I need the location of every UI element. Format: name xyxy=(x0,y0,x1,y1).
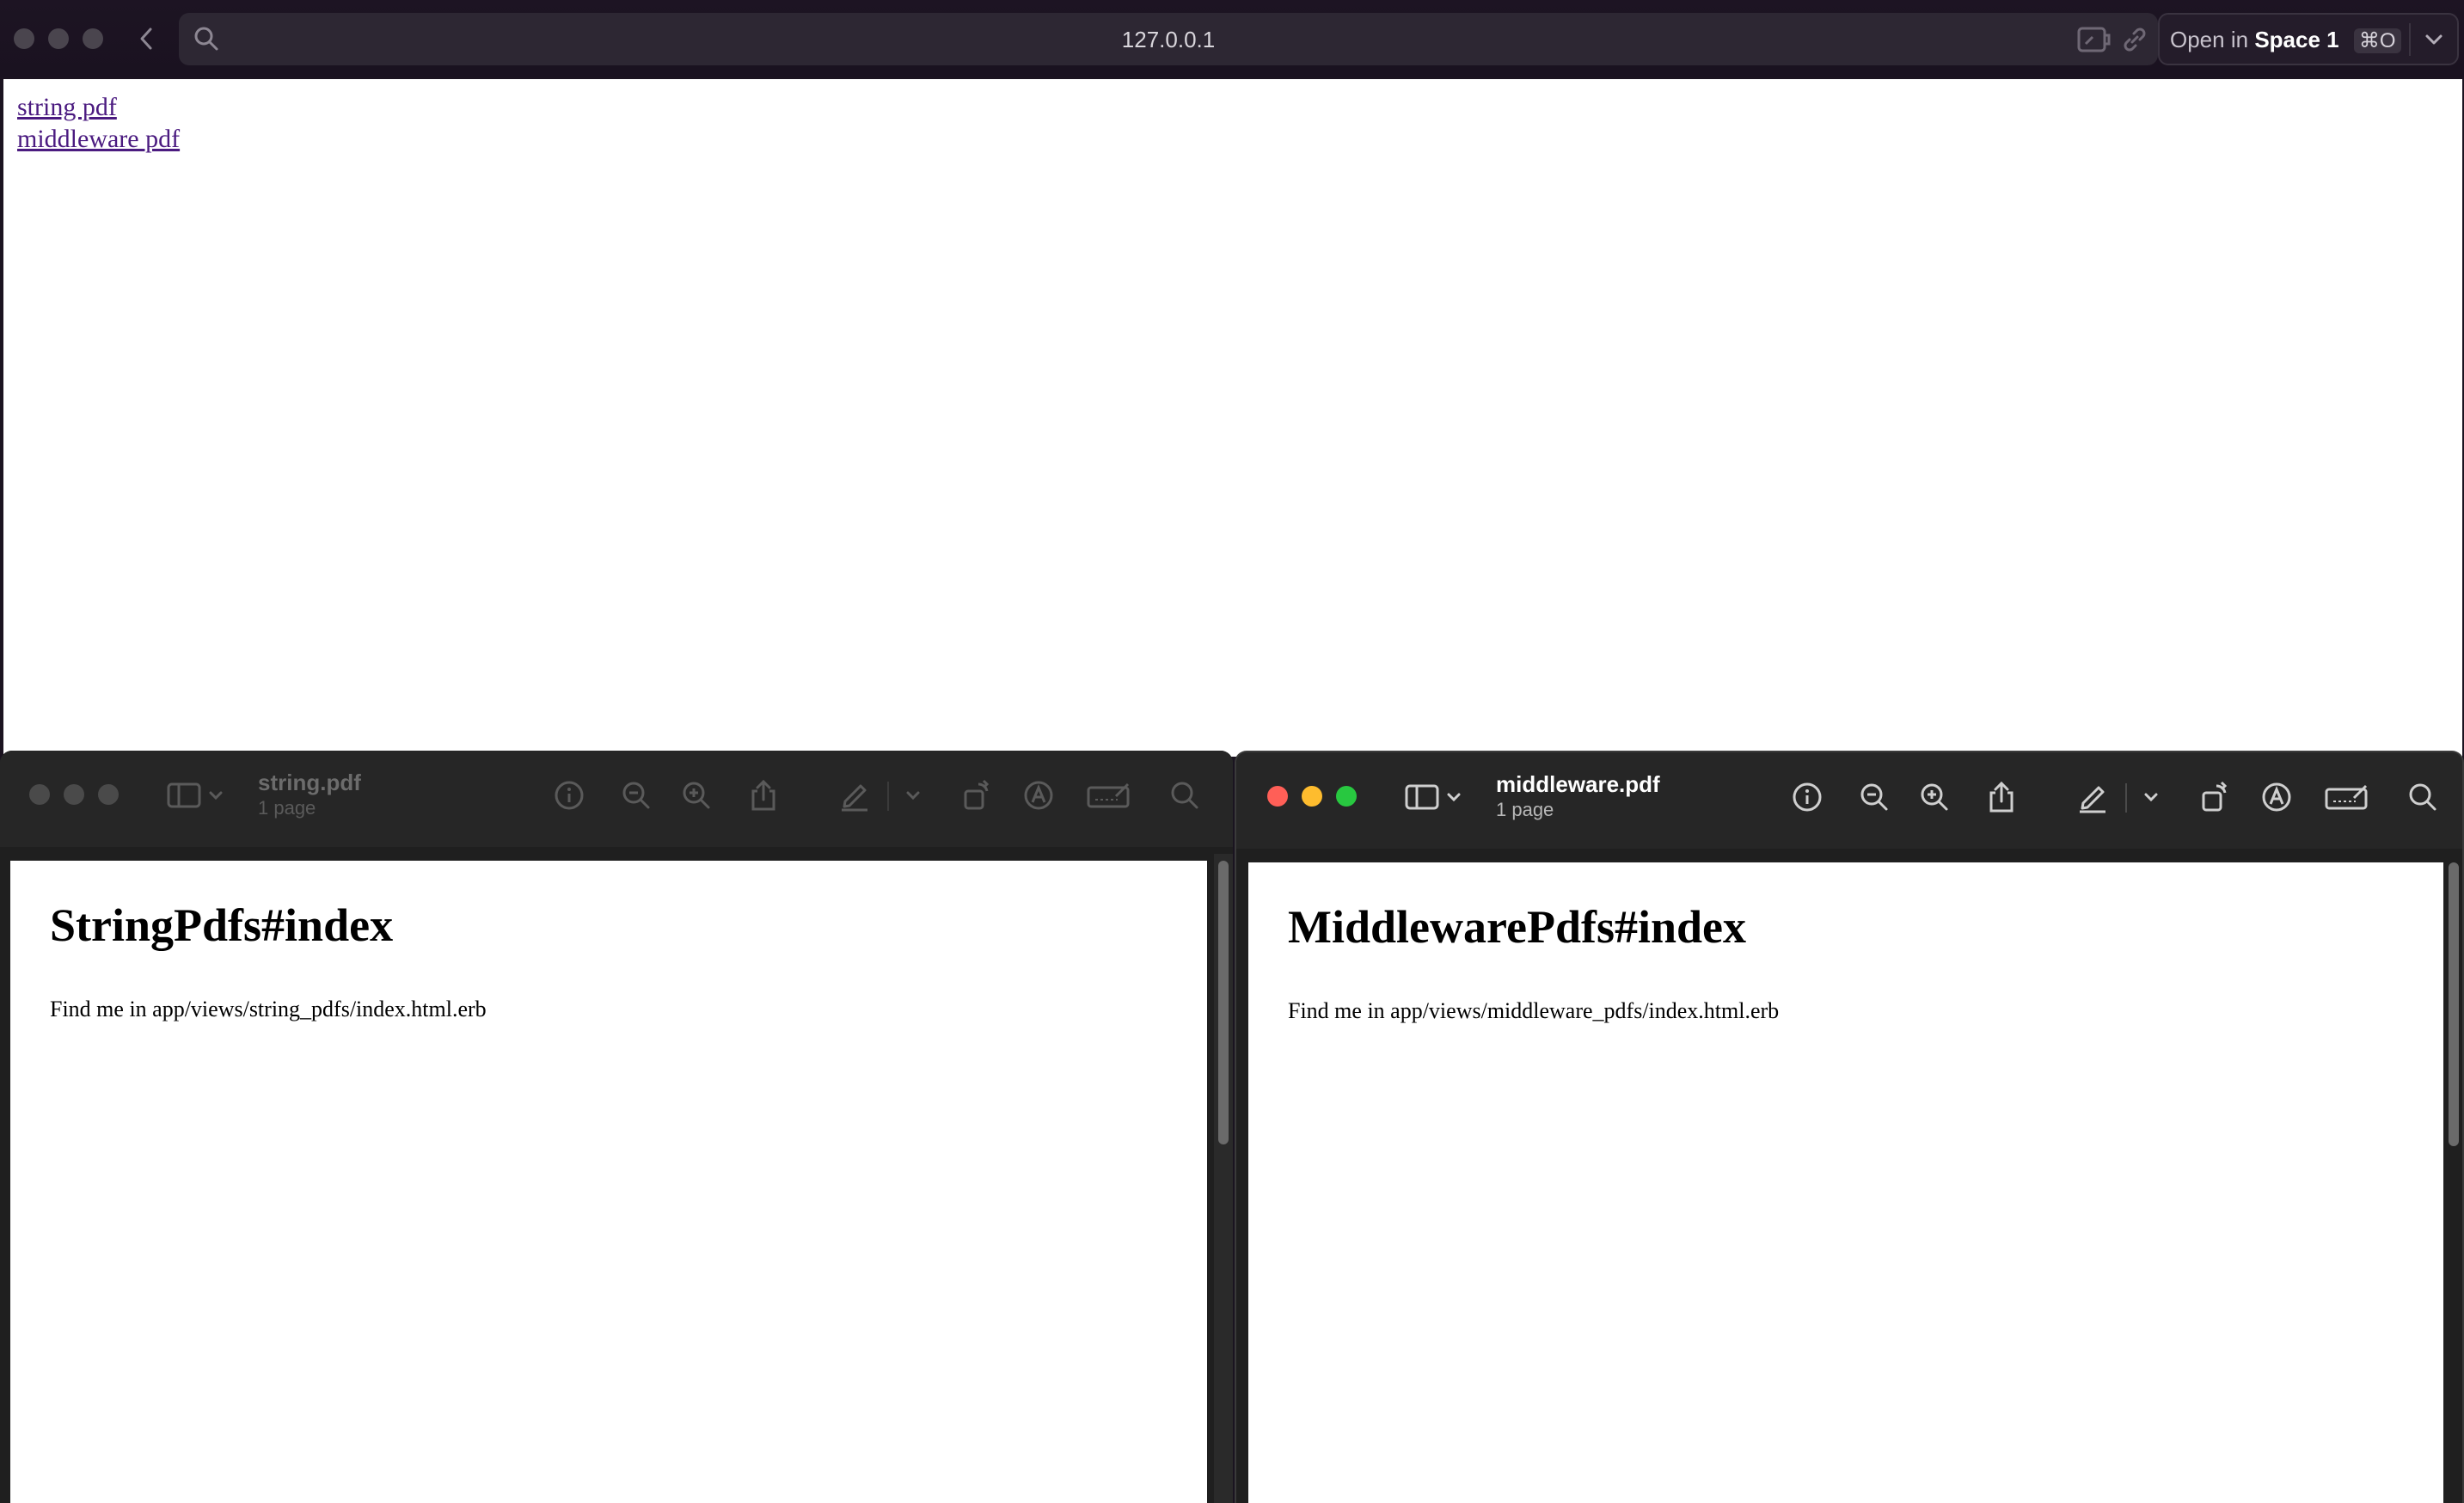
preview-toolbar: middleware.pdf 1 page xyxy=(1236,752,2462,849)
close-window-button[interactable] xyxy=(29,784,50,805)
space-name: Space 1 xyxy=(2254,27,2339,52)
minimize-window-button[interactable] xyxy=(48,28,69,49)
browser-toolbar: 127.0.0.1 Open in Space 1 ⌘O xyxy=(0,0,2464,77)
zoom-out-icon xyxy=(622,782,650,809)
chevron-down-icon xyxy=(906,791,920,801)
divider xyxy=(2409,23,2411,56)
string-pdf-link[interactable]: string pdf xyxy=(17,93,117,122)
url-text: 127.0.0.1 xyxy=(1121,27,1216,52)
info-icon xyxy=(555,781,584,810)
close-window-button[interactable] xyxy=(14,28,34,49)
annotate-icon xyxy=(1024,781,1053,810)
back-button[interactable] xyxy=(131,19,162,58)
address-bar[interactable]: 127.0.0.1 xyxy=(179,13,2158,65)
annotate-button[interactable] xyxy=(2258,778,2295,816)
zoom-in-icon xyxy=(1921,783,1948,811)
signature-icon xyxy=(1087,782,1130,808)
rotate-button[interactable] xyxy=(2196,778,2234,816)
document-area: StringPdfs#index Find me in app/views/st… xyxy=(0,847,1233,1503)
markup-button[interactable] xyxy=(2074,778,2112,816)
markup-menu-button[interactable] xyxy=(2134,778,2168,816)
preview-window-middleware: middleware.pdf 1 page MiddlewarePdfs#ind… xyxy=(1235,751,2464,1503)
zoom-out-button[interactable] xyxy=(617,776,655,814)
share-icon xyxy=(1989,781,2013,813)
search-icon xyxy=(1171,782,1198,809)
page-body-text: Find me in app/views/string_pdfs/index.h… xyxy=(50,997,487,1021)
link-icon[interactable] xyxy=(2120,25,2149,54)
open-in-label: Open in xyxy=(2170,27,2249,52)
shortcut-badge: ⌘O xyxy=(2353,28,2401,53)
rotate-icon xyxy=(2202,781,2228,812)
zoom-in-button[interactable] xyxy=(677,776,715,814)
chevron-left-icon xyxy=(140,28,152,50)
pdf-page: StringPdfs#index Find me in app/views/st… xyxy=(10,861,1207,1503)
open-in-space-button[interactable]: Open in Space 1 ⌘O xyxy=(2158,13,2459,65)
close-window-button[interactable] xyxy=(1267,786,1288,807)
page-count: 1 page xyxy=(1496,799,1554,820)
sidebar-menu-button[interactable] xyxy=(205,776,227,814)
page-body-text: Find me in app/views/middleware_pdfs/ind… xyxy=(1288,998,1780,1023)
middleware-pdf-link[interactable]: middleware pdf xyxy=(17,125,180,154)
sidebar-toggle-button[interactable] xyxy=(165,776,203,814)
sidebar-toggle-button[interactable] xyxy=(1403,778,1441,816)
annotate-button[interactable] xyxy=(1020,776,1057,814)
rotate-button[interactable] xyxy=(958,776,996,814)
sidebar-icon xyxy=(167,782,201,808)
toolbar-separator xyxy=(2125,783,2127,813)
chevron-down-icon xyxy=(2144,793,2158,802)
pen-icon xyxy=(2080,786,2105,813)
preview-toolbar: string.pdf 1 page xyxy=(0,751,1233,847)
page-heading: MiddlewarePdfs#index xyxy=(1288,901,1747,953)
pen-icon xyxy=(842,784,867,812)
share-icon xyxy=(751,779,775,811)
page-count: 1 page xyxy=(258,797,316,819)
pdf-page: MiddlewarePdfs#index Find me in app/view… xyxy=(1248,862,2443,1503)
scrollbar[interactable] xyxy=(1214,854,1233,1503)
search-button[interactable] xyxy=(2404,778,2442,816)
zoom-window-button[interactable] xyxy=(98,784,119,805)
zoom-out-icon xyxy=(1860,783,1888,811)
share-button[interactable] xyxy=(1983,778,2020,816)
browser-window: 127.0.0.1 Open in Space 1 ⌘O string pdf … xyxy=(0,0,2464,757)
markup-menu-button[interactable] xyxy=(896,776,930,814)
zoom-window-button[interactable] xyxy=(1336,786,1357,807)
signature-icon xyxy=(2325,784,2368,810)
zoom-in-icon xyxy=(683,782,710,809)
search-icon xyxy=(2409,783,2436,811)
scrollbar-thumb[interactable] xyxy=(1218,861,1229,1144)
signature-button[interactable] xyxy=(1085,776,1133,814)
chevron-down-icon[interactable] xyxy=(2423,28,2445,51)
markup-button[interactable] xyxy=(836,776,873,814)
document-title: middleware.pdf xyxy=(1496,771,1660,797)
search-button[interactable] xyxy=(1166,776,1204,814)
info-button[interactable] xyxy=(550,776,588,814)
minimize-window-button[interactable] xyxy=(64,784,84,805)
page-heading: StringPdfs#index xyxy=(50,899,394,951)
scrollbar-thumb[interactable] xyxy=(2449,862,2459,1146)
chevron-down-icon xyxy=(209,791,223,801)
document-area: MiddlewarePdfs#index Find me in app/view… xyxy=(1236,849,2462,1503)
zoom-out-button[interactable] xyxy=(1855,778,1893,816)
scrollbar[interactable] xyxy=(2445,856,2462,1503)
extension-icon[interactable] xyxy=(2077,25,2112,54)
annotate-icon xyxy=(2262,782,2291,812)
browser-page-content: string pdf middleware pdf xyxy=(3,79,2462,757)
minimize-window-button[interactable] xyxy=(1302,786,1322,807)
document-title: string.pdf xyxy=(258,770,361,795)
info-icon xyxy=(1793,782,1822,812)
zoom-in-button[interactable] xyxy=(1915,778,1953,816)
sidebar-menu-button[interactable] xyxy=(1443,778,1465,816)
toolbar-separator xyxy=(887,782,889,811)
preview-window-string: string.pdf 1 page StringPdfs#index Find … xyxy=(0,751,1233,1503)
signature-button[interactable] xyxy=(2323,778,2371,816)
rotate-icon xyxy=(964,779,990,810)
info-button[interactable] xyxy=(1788,778,1826,816)
sidebar-icon xyxy=(1405,784,1439,810)
chevron-down-icon xyxy=(1447,793,1461,802)
zoom-window-button[interactable] xyxy=(83,28,103,49)
share-button[interactable] xyxy=(745,776,782,814)
